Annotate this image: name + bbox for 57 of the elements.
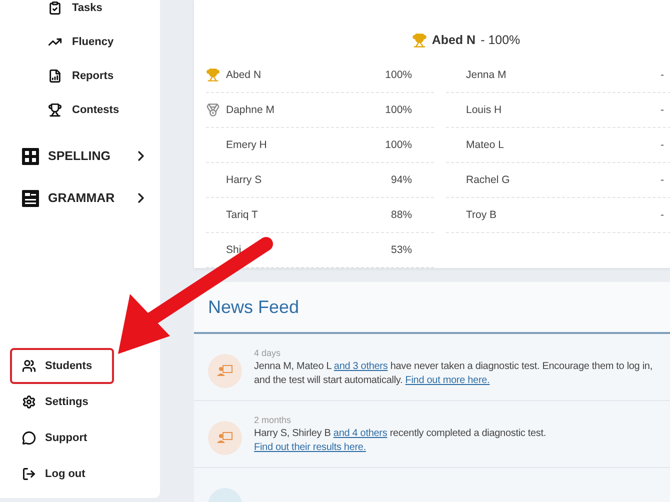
student-score: - bbox=[660, 104, 664, 116]
timestamp: 4 days bbox=[254, 348, 282, 358]
student-name: Louis H bbox=[466, 104, 503, 116]
report-chart-icon bbox=[48, 69, 62, 83]
nav-section[interactable]: SPELLING bbox=[0, 135, 160, 177]
student-score: - bbox=[660, 69, 664, 81]
student-name: Abed N bbox=[226, 69, 262, 81]
nav-item[interactable]: Students bbox=[10, 348, 114, 384]
timestamp: 2 months bbox=[254, 415, 292, 425]
link[interactable]: and 4 others bbox=[333, 428, 388, 439]
letter-blocks-icon bbox=[22, 148, 39, 164]
student-board-icon bbox=[217, 432, 233, 444]
student-name: Emery H bbox=[226, 139, 268, 151]
student-score: 100% bbox=[384, 104, 412, 116]
student-board-icon bbox=[217, 365, 233, 377]
student-score: 100% bbox=[384, 69, 412, 81]
trophy-icon bbox=[412, 32, 427, 48]
link[interactable]: Find out more here. bbox=[405, 375, 490, 386]
student-name: Jenna M bbox=[466, 69, 508, 81]
link[interactable]: and 3 others bbox=[334, 361, 388, 372]
settings-icon bbox=[22, 395, 36, 409]
student-score: 94% bbox=[390, 174, 412, 186]
winner-score: - 100% bbox=[480, 33, 520, 47]
chat-bubble-icon bbox=[22, 431, 36, 445]
nav-item[interactable]: Tasks bbox=[0, 0, 160, 25]
student-score: 53% bbox=[390, 244, 412, 256]
logout-icon bbox=[22, 467, 36, 481]
clipboard-check-icon bbox=[48, 1, 62, 15]
student-name: Rachel G bbox=[466, 174, 511, 186]
nav-item[interactable]: Contests bbox=[0, 93, 160, 127]
nav-item[interactable]: Fluency bbox=[0, 25, 160, 59]
student-name: Daphne M bbox=[226, 104, 276, 116]
trophy-icon bbox=[48, 103, 62, 117]
link[interactable]: Find out their results here. bbox=[254, 442, 366, 453]
student-score: 88% bbox=[390, 209, 412, 221]
news-message: Harry S, Shirley B and 4 others recently completed a diagnostic test. Find out their results here. bbox=[254, 427, 546, 455]
section-label: SPELLING bbox=[48, 149, 112, 163]
winner-name: Abed N bbox=[432, 33, 476, 47]
student-name: Troy B bbox=[466, 209, 498, 221]
student-name: Harry S bbox=[226, 174, 263, 186]
student-name: Shi bbox=[226, 244, 242, 256]
nav-item[interactable]: Support bbox=[10, 420, 114, 456]
nav-section[interactable]: GRAMMAR bbox=[0, 177, 160, 219]
student-score: - bbox=[660, 139, 664, 151]
student-score: - bbox=[660, 174, 664, 186]
users-icon bbox=[22, 359, 36, 373]
nav-item[interactable]: Reports bbox=[0, 59, 160, 93]
news-message: Jenna M, Mateo L and 3 others have never taken a diagnostic test. Encourage them to log in, and the test will start automatically. Find out more here. bbox=[254, 360, 652, 388]
student-score: 100% bbox=[384, 139, 412, 151]
nav-item[interactable]: Log out bbox=[10, 456, 114, 492]
student-name: Tariq T bbox=[226, 209, 259, 221]
student-score: - bbox=[660, 209, 664, 221]
nav-item[interactable]: Settings bbox=[10, 384, 114, 420]
section-label: GRAMMAR bbox=[48, 191, 116, 205]
text-lines-icon bbox=[22, 190, 39, 206]
student-name: Mateo L bbox=[466, 139, 505, 151]
section-title: News Feed bbox=[208, 296, 300, 318]
